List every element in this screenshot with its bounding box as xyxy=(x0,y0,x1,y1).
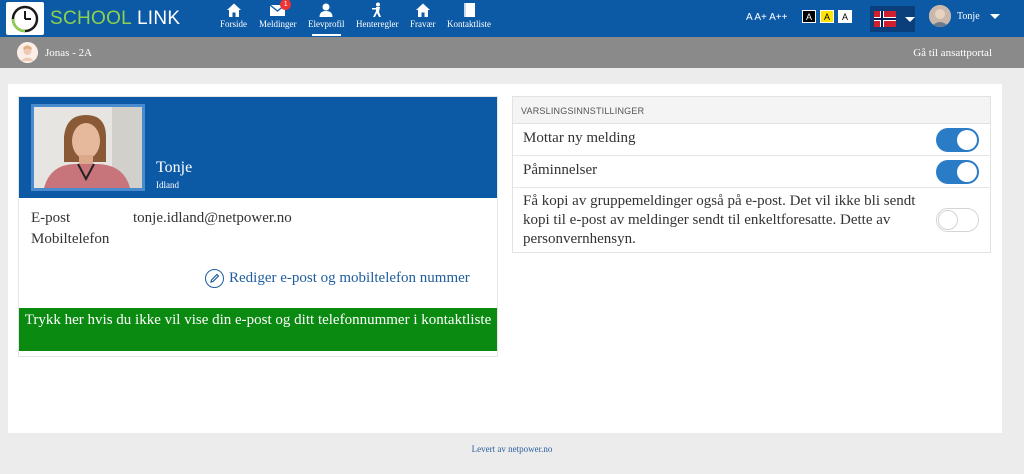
home-icon xyxy=(415,3,430,17)
clock-logo-icon xyxy=(6,2,44,35)
profile-photo xyxy=(31,104,145,191)
profile-header: Tonje Idland xyxy=(19,97,497,198)
group-copy-toggle[interactable] xyxy=(936,208,979,232)
employee-portal-link[interactable]: Gå til ansattportal xyxy=(913,47,992,59)
setting-group-copy: Få kopi av gruppemeldinger også på e-pos… xyxy=(513,188,990,252)
student-bar: Jonas - 2A Gå til ansattportal xyxy=(0,37,1024,68)
notification-settings-panel: VARSLINGSINNSTILLINGER Mottar ny melding… xyxy=(512,96,991,253)
setting-new-message: Mottar ny melding xyxy=(513,124,990,156)
user-icon xyxy=(319,3,333,17)
contrast-white-button[interactable]: A xyxy=(838,10,852,23)
setting-reminders: Påminnelser xyxy=(513,156,990,188)
edit-contact-link[interactable]: Rediger e-post og mobiltelefon nummer xyxy=(205,269,470,288)
contrast-black-button[interactable]: A xyxy=(802,10,816,23)
book-icon xyxy=(464,3,475,17)
profile-card: Tonje Idland E-post tonje.idland@netpowe… xyxy=(18,96,498,357)
app-title: SCHOOL LINK xyxy=(50,7,181,29)
language-selector[interactable] xyxy=(870,6,915,32)
nav-elevprofil[interactable]: Elevprofil xyxy=(308,2,345,36)
main-content: Tonje Idland E-post tonje.idland@netpowe… xyxy=(8,84,1002,433)
norway-flag-icon xyxy=(874,11,896,27)
contrast-yellow-button[interactable]: A xyxy=(820,10,834,23)
footer-credit[interactable]: Levert av netpower.no xyxy=(0,444,1024,454)
reminders-toggle[interactable] xyxy=(936,159,979,184)
student-selector[interactable]: Jonas - 2A xyxy=(45,47,92,59)
user-menu[interactable]: Tonje xyxy=(929,5,1000,27)
unread-badge: 1 xyxy=(280,0,292,10)
phone-label: Mobiltelefon xyxy=(31,231,110,247)
nav-henteregler[interactable]: Henteregler xyxy=(356,2,398,36)
nav-forside[interactable]: Forside xyxy=(220,2,247,36)
email-value: tonje.idland@netpower.no xyxy=(133,210,292,226)
pencil-icon xyxy=(205,269,224,288)
email-label: E-post xyxy=(31,210,71,226)
settings-title: VARSLINGSINNSTILLINGER xyxy=(513,97,990,124)
nav-kontaktliste[interactable]: Kontaktliste xyxy=(447,2,491,36)
font-size-selector[interactable]: A A+ A++ xyxy=(746,12,787,23)
avatar xyxy=(929,5,951,27)
new-message-toggle[interactable] xyxy=(936,127,979,152)
hide-contact-info-button[interactable]: Trykk her hvis du ikke vil vise din e-po… xyxy=(19,308,497,351)
chevron-down-icon xyxy=(989,13,1000,19)
student-avatar[interactable] xyxy=(17,42,38,63)
user-name: Tonje xyxy=(957,10,980,22)
person-walking-icon xyxy=(372,2,382,17)
profile-name: Tonje xyxy=(156,159,193,176)
top-navigation-bar: SCHOOL LINK Forside 1 Meldinger Elevprof… xyxy=(0,0,1024,37)
profile-surname: Idland xyxy=(156,180,179,190)
chevron-down-icon xyxy=(905,16,915,22)
nav-fravaer[interactable]: Fravær xyxy=(410,2,436,36)
nav-meldinger[interactable]: 1 Meldinger xyxy=(259,0,297,36)
home-icon xyxy=(226,3,241,17)
app-logo[interactable]: SCHOOL LINK xyxy=(6,2,180,35)
